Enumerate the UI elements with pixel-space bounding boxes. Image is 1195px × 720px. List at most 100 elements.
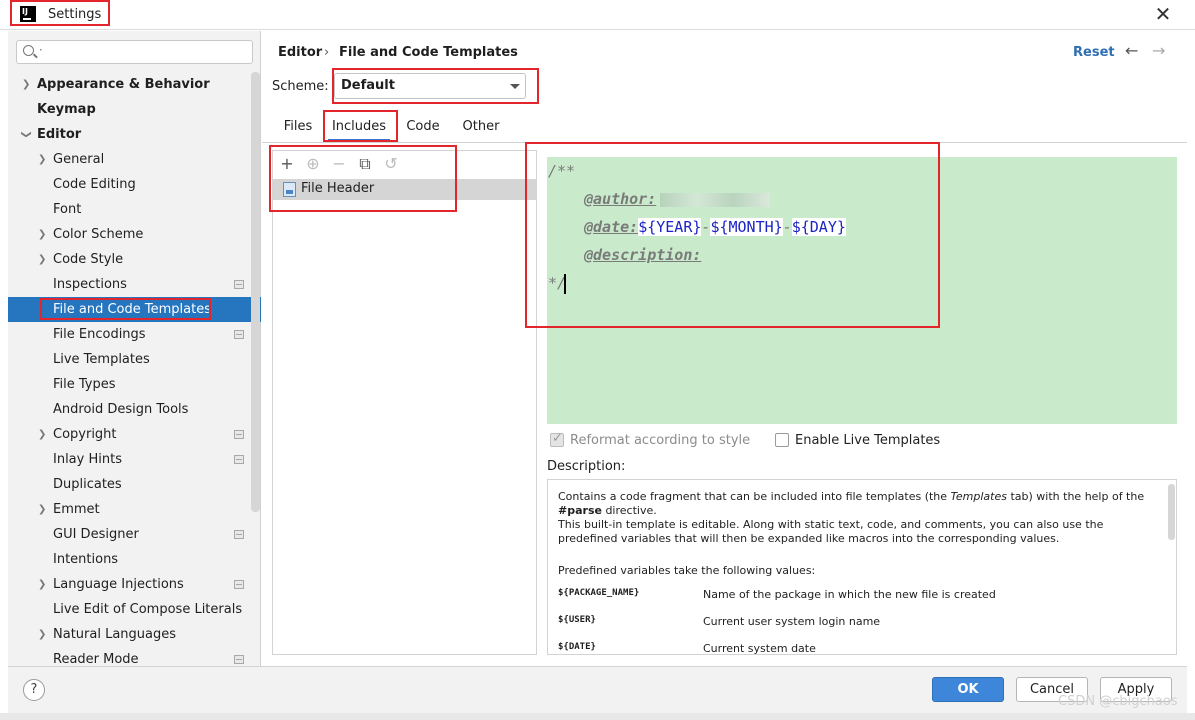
code-line-author: @author: [584, 190, 771, 208]
sidebar-item[interactable]: ❯ General [8, 147, 261, 172]
list-item-label: File Header [301, 181, 375, 196]
sidebar-item-label: Language Injections [53, 577, 184, 592]
sidebar-item-label: File Types [53, 377, 116, 392]
description-tag: @description: [584, 246, 702, 264]
chevron-down-icon [510, 84, 520, 89]
sidebar-item[interactable]: GUI Designer [8, 522, 261, 547]
description-scrollbar[interactable] [1168, 484, 1175, 540]
remove-icon[interactable]: − [330, 155, 348, 173]
sidebar-item[interactable]: Live Templates [8, 347, 261, 372]
desc-text: tab) with the help of the [1006, 490, 1145, 503]
project-scope-icon [234, 530, 244, 539]
sidebar-item-label: GUI Designer [53, 527, 139, 542]
sidebar-item[interactable]: ❯ Code Style [8, 247, 261, 272]
redacted-author [660, 192, 771, 207]
year-var: ${YEAR} [638, 218, 702, 236]
sidebar-item[interactable]: File and Code Templates [8, 297, 261, 322]
sidebar-item[interactable]: Intentions [8, 547, 261, 572]
sidebar-item-label: Font [53, 202, 82, 217]
help-icon[interactable]: ? [23, 679, 45, 701]
sidebar-item[interactable]: ❯ Natural Languages [8, 622, 261, 647]
sidebar-item[interactable]: ❯ Language Injections [8, 572, 261, 597]
sidebar-item-label: File and Code Templates [53, 302, 211, 317]
chevron-right-icon[interactable]: ❯ [38, 422, 46, 447]
variable-desc: Current system date [703, 642, 816, 655]
scheme-value: Default [341, 78, 395, 93]
author-tag: @author: [584, 190, 657, 208]
window-frame-bottom [0, 713, 1195, 720]
search-input[interactable]: · [16, 40, 253, 64]
dash: - [782, 218, 792, 236]
revert-icon[interactable]: ↺ [382, 155, 400, 173]
reset-link[interactable]: Reset [1073, 45, 1115, 60]
add-child-icon[interactable]: ⊕ [304, 155, 322, 173]
desc-parse-word: #parse [558, 504, 602, 517]
sidebar-item[interactable]: ❯ Emmet [8, 497, 261, 522]
sidebar-item[interactable]: Keymap [8, 97, 261, 122]
month-var: ${MONTH} [710, 218, 783, 236]
tree-scrollbar[interactable] [251, 72, 260, 512]
tabs-divider [262, 142, 1187, 143]
chevron-right-icon[interactable]: ❯ [38, 497, 46, 522]
sidebar-item[interactable]: Font [8, 197, 261, 222]
variable-name: ${PACKAGE_NAME} [558, 588, 640, 598]
ok-button[interactable]: OK [932, 677, 1004, 702]
sidebar-item[interactable]: Android Design Tools [8, 397, 261, 422]
chevron-right-icon[interactable]: ❯ [38, 147, 46, 172]
project-scope-icon [234, 455, 244, 464]
chevron-right-icon[interactable]: ❯ [38, 572, 46, 597]
sidebar-item-label: Appearance & Behavior [37, 77, 210, 92]
title-bar: IJ Settings ✕ [0, 0, 1195, 30]
sidebar-item[interactable]: ❯ Editor [8, 122, 261, 147]
description-panel: Contains a code fragment that can be inc… [547, 479, 1177, 655]
tab-other[interactable]: Other [457, 114, 505, 142]
chevron-down-icon[interactable]: ❯ [14, 130, 39, 138]
description-paragraph-1: Contains a code fragment that can be inc… [558, 490, 1158, 518]
add-icon[interactable]: + [278, 155, 296, 173]
description-paragraph-2: This built-in template is editable. Alon… [558, 518, 1104, 545]
project-scope-icon [234, 280, 244, 289]
copy-icon[interactable]: ⧉ [356, 155, 374, 173]
chevron-right-icon[interactable]: ❯ [38, 222, 46, 247]
sidebar-item[interactable]: ❯ Appearance & Behavior [8, 72, 261, 97]
project-scope-icon [234, 430, 244, 439]
sidebar-item[interactable]: ❯ Copyright [8, 422, 261, 447]
list-item[interactable]: File Header [273, 179, 536, 200]
back-arrow-icon[interactable]: ← [1125, 41, 1138, 60]
sidebar-item-label: Duplicates [53, 477, 122, 492]
tab-includes[interactable]: Includes [328, 114, 390, 142]
chevron-right-icon[interactable]: ❯ [38, 622, 46, 647]
tab-files[interactable]: Files [279, 114, 317, 142]
chevron-right-icon[interactable]: ❯ [22, 72, 30, 97]
desc-text: Contains a code fragment that can be inc… [558, 490, 951, 503]
sidebar-item[interactable]: Inspections [8, 272, 261, 297]
tab-code[interactable]: Code [403, 114, 443, 142]
description-paragraph-3: Predefined variables take the following … [558, 564, 816, 577]
day-var: ${DAY} [791, 218, 846, 236]
code-line-description: @description: [584, 246, 701, 264]
sidebar-item-label: Natural Languages [53, 627, 177, 642]
sidebar-item[interactable]: Code Editing [8, 172, 261, 197]
sidebar-item[interactable]: Inlay Hints [8, 447, 261, 472]
sidebar-item[interactable]: Live Edit of Compose Literals [8, 597, 261, 622]
template-list-panel: + ⊕ − ⧉ ↺ File Header [272, 150, 537, 655]
desc-templates-word: Templates [950, 490, 1007, 503]
date-tag: @date: [584, 218, 639, 236]
code-line-date: @date:${YEAR}-${MONTH}-${DAY} [584, 218, 846, 236]
close-icon[interactable]: ✕ [1150, 3, 1176, 27]
scheme-dropdown[interactable]: Default [334, 73, 526, 99]
sidebar-item[interactable]: File Encodings [8, 322, 261, 347]
forward-arrow-icon[interactable]: → [1152, 41, 1165, 60]
sidebar-item[interactable]: File Types [8, 372, 261, 397]
sidebar-item[interactable]: Duplicates [8, 472, 261, 497]
description-heading: Description: [547, 459, 626, 474]
breadcrumb-parent[interactable]: Editor [278, 45, 322, 60]
sidebar-item-label: Android Design Tools [53, 402, 189, 417]
live-templates-checkbox[interactable] [775, 433, 789, 447]
file-template-icon [283, 182, 296, 197]
chevron-right-icon[interactable]: ❯ [38, 247, 46, 272]
code-line-open: /** [548, 162, 576, 180]
sidebar-item[interactable]: ❯ Color Scheme [8, 222, 261, 247]
project-scope-icon [234, 330, 244, 339]
reformat-checkbox[interactable] [550, 431, 564, 447]
